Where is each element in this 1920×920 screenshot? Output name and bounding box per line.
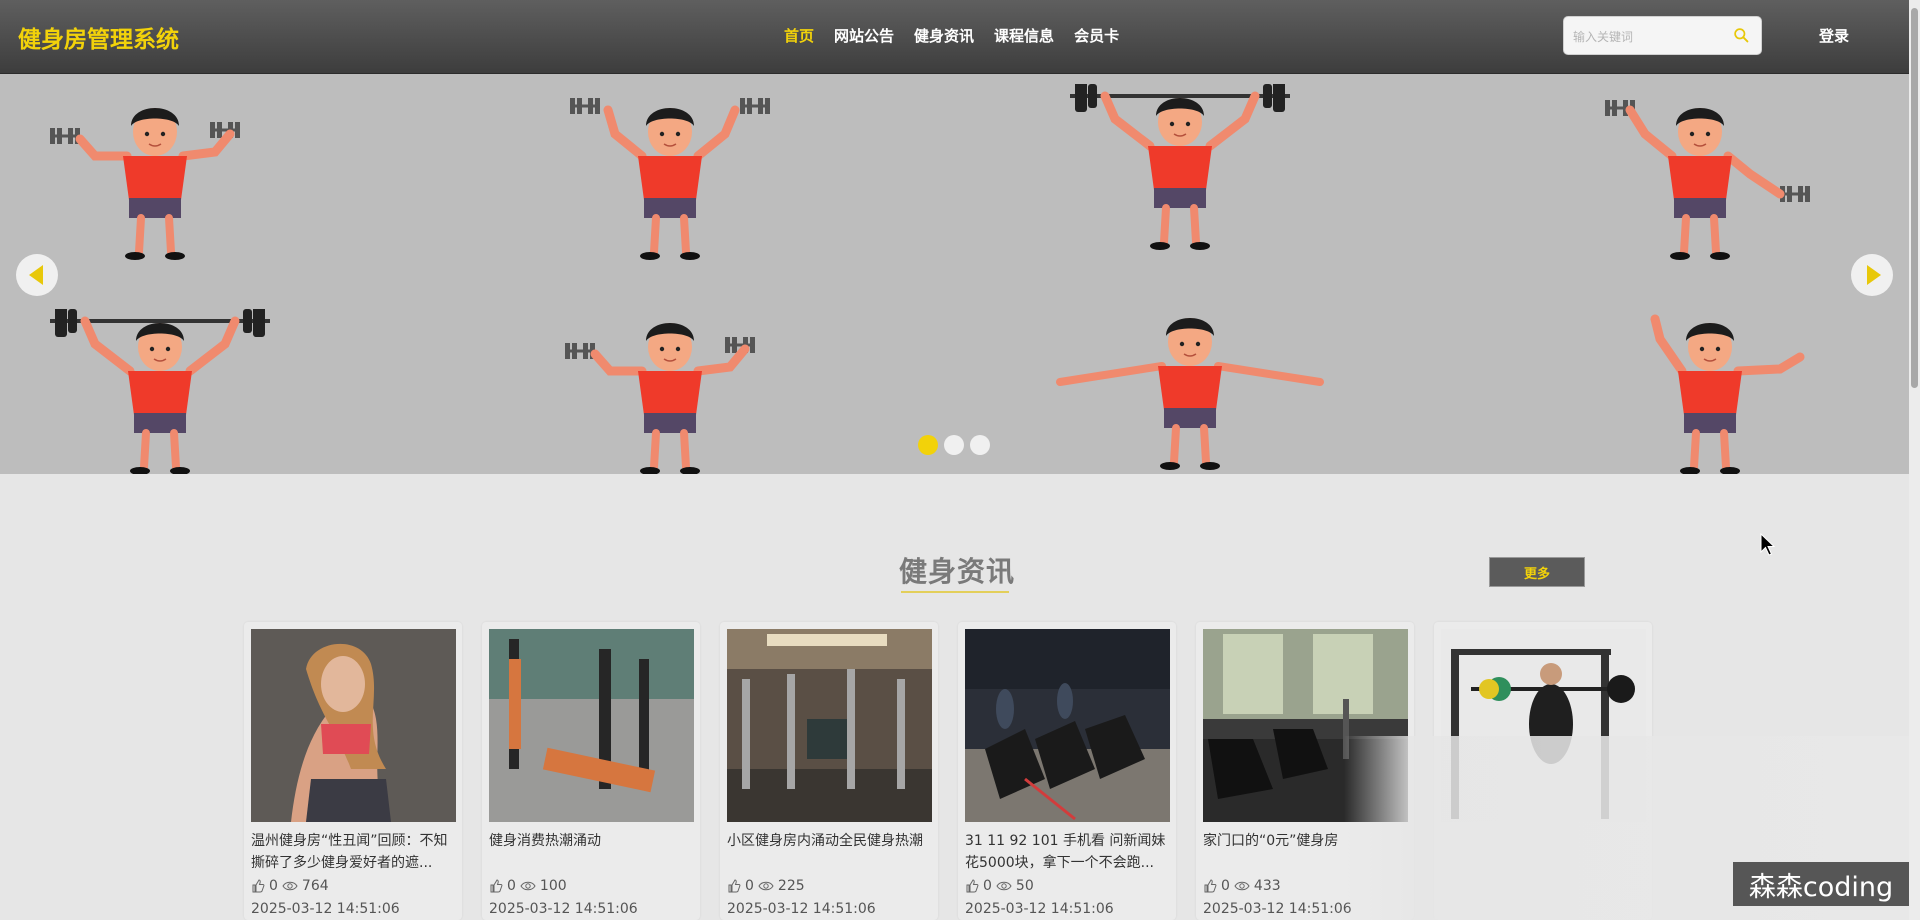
- carousel-prev-button[interactable]: [16, 254, 58, 296]
- title-underline: [901, 591, 1009, 593]
- scrollbar-thumb[interactable]: [1911, 8, 1918, 388]
- main-nav: 首页 网站公告 健身资讯 课程信息 会员卡: [784, 25, 1119, 46]
- news-date: 2025-03-12 14:51:06: [251, 901, 400, 917]
- login-link[interactable]: 登录: [1819, 25, 1849, 46]
- like-count: 0: [269, 878, 278, 894]
- news-title[interactable]: 温州健身房“性丑闻”回顾：不知撕碎了多少健身爱好者的遮...: [251, 830, 457, 874]
- news-date: 2025-03-12 14:51:06: [489, 901, 638, 917]
- banner-figure: [570, 98, 770, 260]
- banner-figure: [1056, 318, 1324, 470]
- carousel-dot-1[interactable]: [918, 435, 938, 455]
- like-count: 0: [1221, 878, 1230, 894]
- news-card[interactable]: 温州健身房“性丑闻”回顾：不知撕碎了多少健身爱好者的遮... 0 764 202…: [244, 622, 462, 920]
- nav-membership-card[interactable]: 会员卡: [1074, 25, 1119, 46]
- news-thumbnail[interactable]: [489, 629, 694, 822]
- view-count: 433: [1253, 878, 1281, 894]
- carousel-dot-2[interactable]: [944, 435, 964, 455]
- banner-figure: [1070, 84, 1290, 250]
- view-count: 100: [539, 878, 567, 894]
- section-title: 健身资讯: [899, 555, 1016, 588]
- news-card[interactable]: 健身消费热潮涌动 0 100 2025-03-12 14:51:06: [482, 622, 700, 920]
- search-input[interactable]: [1564, 17, 1725, 56]
- news-thumbnail[interactable]: [965, 629, 1170, 822]
- news-title[interactable]: 31 11 92 101 手机看 问新闻妹花5000块，拿下一个不会跑...: [965, 830, 1171, 874]
- news-stats: 0 225: [727, 878, 805, 894]
- nav-home[interactable]: 首页: [784, 25, 814, 46]
- news-date: 2025-03-12 14:51:06: [727, 901, 876, 917]
- eye-icon: [758, 881, 774, 891]
- like-count: 0: [745, 878, 754, 894]
- banner-figure: [1605, 100, 1810, 260]
- banner-figure: [50, 108, 240, 260]
- eye-icon: [996, 881, 1012, 891]
- like-count: 0: [507, 878, 516, 894]
- eye-icon: [1234, 881, 1250, 891]
- banner-carousel: [0, 74, 1909, 474]
- carousel-dot-3[interactable]: [970, 435, 990, 455]
- news-date: 2025-03-12 14:51:06: [1203, 901, 1352, 917]
- news-stats: 0 100: [489, 878, 567, 894]
- view-count: 764: [301, 878, 329, 894]
- banner-figure: [1650, 314, 1805, 474]
- thumbs-up-icon[interactable]: [1203, 879, 1217, 893]
- thumbs-up-icon[interactable]: [965, 879, 979, 893]
- news-card[interactable]: 小区健身房内涌动全民健身热潮 0 225 2025-03-12 14:51:06: [720, 622, 938, 920]
- nav-fitness-news[interactable]: 健身资讯: [914, 25, 974, 46]
- caret-left-icon: [29, 265, 43, 285]
- eye-icon: [282, 881, 298, 891]
- view-count: 50: [1015, 878, 1034, 894]
- news-thumbnail[interactable]: [251, 629, 456, 822]
- banner-figure: [50, 309, 270, 474]
- site-logo[interactable]: 健身房管理系统: [18, 20, 179, 54]
- news-date: 2025-03-12 14:51:06: [965, 901, 1114, 917]
- carousel-indicators: [918, 435, 990, 455]
- news-stats: 0 433: [1203, 878, 1281, 894]
- search-icon[interactable]: [1733, 27, 1750, 44]
- news-thumbnail[interactable]: [727, 629, 932, 822]
- search-box: [1563, 16, 1762, 56]
- carousel-next-button[interactable]: [1851, 254, 1893, 296]
- more-button[interactable]: 更多: [1489, 557, 1585, 587]
- vertical-scrollbar[interactable]: [1909, 0, 1920, 920]
- nav-courses[interactable]: 课程信息: [994, 25, 1054, 46]
- thumbs-up-icon[interactable]: [489, 879, 503, 893]
- caret-right-icon: [1867, 265, 1881, 285]
- view-count: 225: [777, 878, 805, 894]
- news-card[interactable]: 31 11 92 101 手机看 问新闻妹花5000块，拿下一个不会跑... 0…: [958, 622, 1176, 920]
- news-stats: 0 50: [965, 878, 1034, 894]
- news-title[interactable]: 健身消费热潮涌动: [489, 830, 695, 874]
- news-title[interactable]: 小区健身房内涌动全民健身热潮: [727, 830, 933, 874]
- thumbs-up-icon[interactable]: [251, 879, 265, 893]
- banner-figure: [565, 323, 755, 474]
- watermark-label: 森森coding: [1733, 862, 1909, 906]
- nav-announcements[interactable]: 网站公告: [834, 25, 894, 46]
- eye-icon: [520, 881, 536, 891]
- news-stats: 0 764: [251, 878, 329, 894]
- top-navbar: 健身房管理系统 首页 网站公告 健身资讯 课程信息 会员卡 登录: [0, 0, 1909, 74]
- like-count: 0: [983, 878, 992, 894]
- thumbs-up-icon[interactable]: [727, 879, 741, 893]
- mouse-cursor-icon: [1760, 533, 1776, 556]
